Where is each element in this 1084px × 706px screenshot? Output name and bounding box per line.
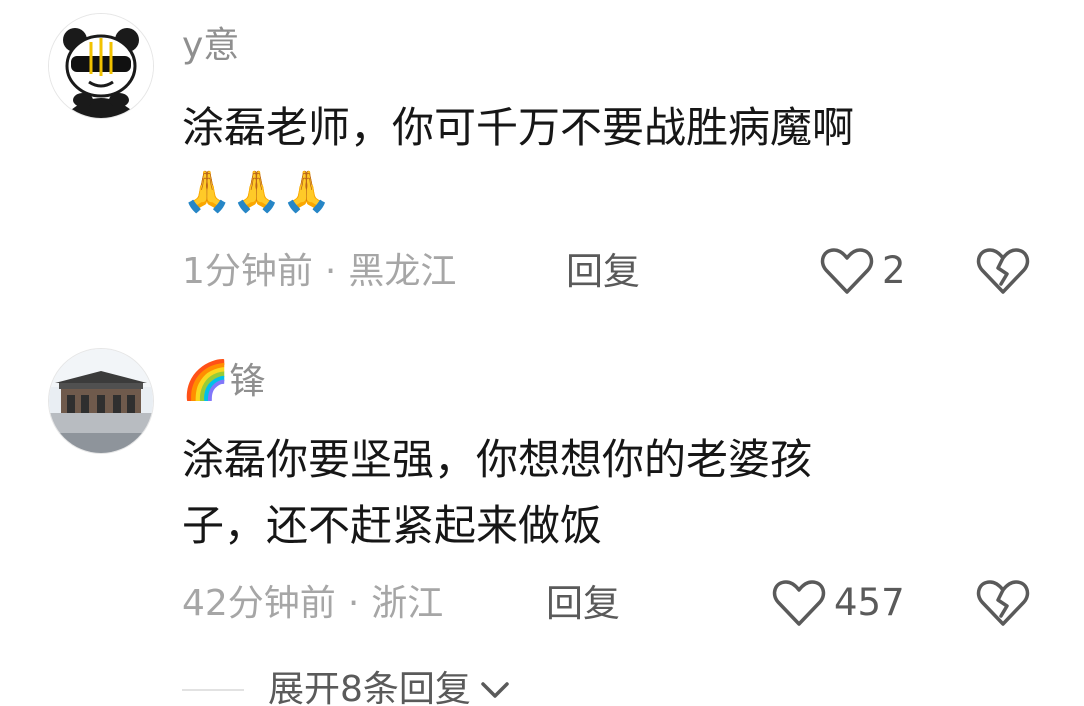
divider-line (182, 689, 244, 691)
heart-outline-icon (820, 248, 874, 294)
comment-text-line: 涂磊老师，你可千万不要战胜病魔啊 (182, 103, 855, 152)
broken-heart-icon (976, 248, 1030, 294)
comment-location: 黑龙江 (348, 251, 457, 292)
comment-meta: 1分钟前 · 黑龙江 (182, 250, 456, 294)
username[interactable]: y意 (182, 24, 239, 68)
broken-heart-icon (976, 580, 1030, 626)
comment-meta: 42分钟前 · 浙江 (182, 582, 443, 626)
meta-separator: · (324, 251, 337, 292)
dislike-button[interactable] (976, 246, 1030, 300)
comment-time: 1分钟前 (182, 251, 313, 292)
comment-text-line: 子，还不赶紧起来做饭 (182, 501, 603, 550)
comment-location: 浙江 (371, 583, 444, 624)
meta-separator: · (347, 583, 360, 624)
praying-hands-emoji: 🙏🙏🙏 (182, 169, 332, 215)
comment-time: 42分钟前 (182, 583, 336, 624)
heart-outline-icon (772, 580, 826, 626)
panda-avatar-icon (49, 14, 153, 118)
comment-list: y意 涂磊老师，你可千万不要战胜病魔啊 🙏🙏🙏 1分钟前 · 黑龙江 回复 2 (0, 0, 1084, 706)
reply-button[interactable]: 回复 (546, 582, 620, 626)
like-button[interactable]: 2 (820, 246, 906, 296)
username[interactable]: 🌈锋 (182, 358, 265, 404)
like-button[interactable]: 457 (772, 578, 905, 628)
like-count: 2 (882, 249, 906, 292)
comment-text-line: 涂磊你要坚强，你想想你的老婆孩 (182, 435, 813, 484)
dislike-button[interactable] (976, 578, 1030, 632)
expand-replies-label: 展开8条回复 (268, 669, 471, 706)
chevron-down-icon (481, 682, 509, 698)
building-photo-avatar-icon (49, 349, 153, 453)
expand-replies-button[interactable]: 展开8条回复 (182, 668, 511, 706)
like-count: 457 (834, 581, 905, 624)
rainbow-emoji: 🌈 (182, 358, 230, 402)
avatar[interactable] (48, 13, 154, 119)
avatar[interactable] (48, 348, 154, 454)
reply-button[interactable]: 回复 (566, 250, 640, 294)
